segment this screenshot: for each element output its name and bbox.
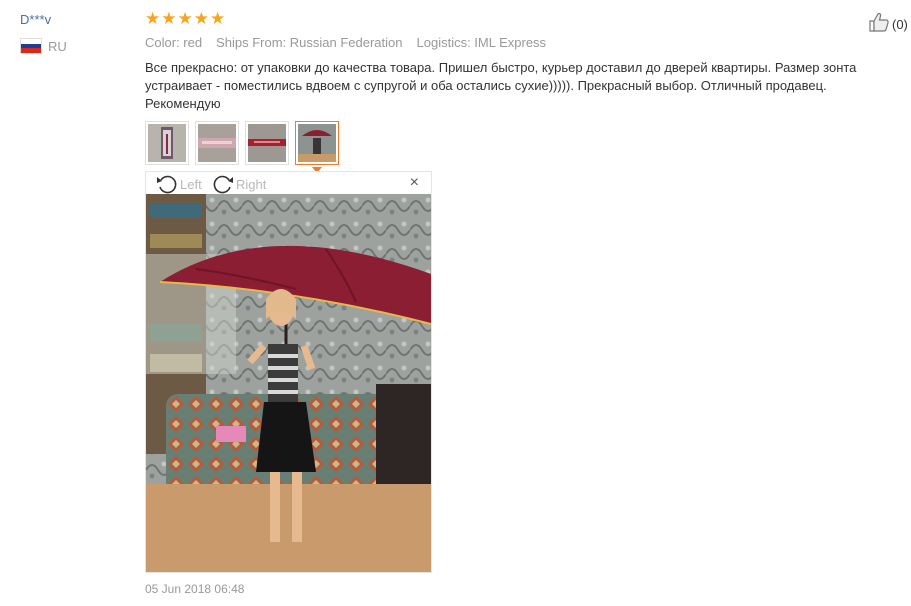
review-thumbnail-2[interactable] [195, 121, 239, 165]
review-thumbnail-1[interactable] [145, 121, 189, 165]
star-icon: ★ [161, 9, 177, 28]
country-code: RU [48, 38, 67, 54]
star-rating: ★ ★ ★ ★ ★ [145, 10, 226, 28]
thumbnail-photo [248, 124, 286, 162]
review-date: 05 Jun 2018 06:48 [145, 582, 245, 596]
review-photo-image [146, 194, 431, 572]
review-thumbnail-4[interactable] [295, 121, 339, 173]
helpful-count: (0) [892, 17, 908, 32]
close-icon[interactable]: × [410, 174, 419, 192]
review-photo-large [146, 194, 431, 572]
star-icon: ★ [145, 9, 161, 28]
order-info: Color: red Ships From: Russian Federatio… [145, 35, 546, 50]
helpful-button[interactable]: (0) [868, 12, 908, 37]
ships-from: Ships From: Russian Federation [216, 35, 403, 50]
photo-viewer-toolbar: Left Right × [146, 172, 431, 194]
thumbnail-photo [298, 124, 336, 162]
thumbs-up-icon[interactable] [868, 12, 890, 37]
rotate-left-label: Left [180, 176, 202, 192]
reviewer-country: RU [20, 38, 67, 54]
russia-flag-icon [20, 38, 42, 54]
photo-viewer: Left Right × [145, 171, 432, 573]
rotate-left-button[interactable]: Left [156, 174, 202, 194]
logistics: Logistics: IML Express [416, 35, 547, 50]
star-icon: ★ [193, 9, 209, 28]
star-icon: ★ [210, 9, 226, 28]
review-text: Все прекрасно: от упаковки до качества т… [145, 60, 857, 111]
order-color: Color: red [145, 35, 203, 50]
rotate-left-icon [157, 175, 177, 194]
review-photo-thumbnails [145, 121, 339, 173]
thumbnail-photo [148, 124, 186, 162]
rotate-right-label: Right [236, 176, 267, 192]
thumbnail-photo [198, 124, 236, 162]
rotate-right-icon [213, 175, 233, 194]
star-icon: ★ [177, 9, 193, 28]
review-thumbnail-3[interactable] [245, 121, 289, 165]
reviewer-name: D***v [20, 12, 52, 27]
rotate-right-button[interactable]: Right [212, 174, 266, 194]
